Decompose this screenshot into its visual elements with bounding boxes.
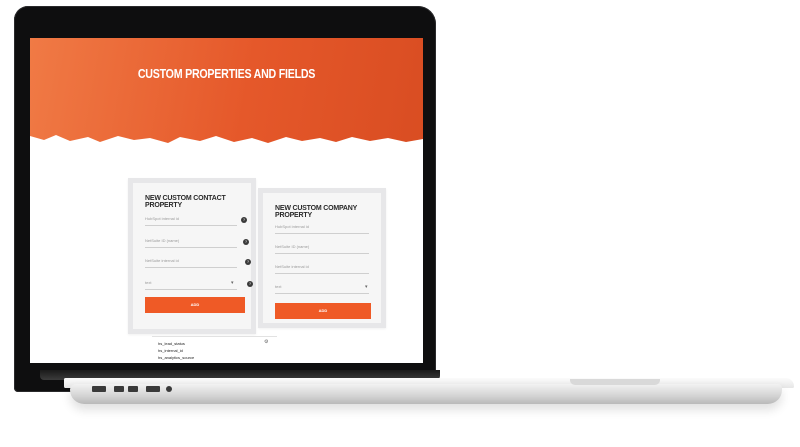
help-icon[interactable]: ? (241, 217, 247, 223)
chevron-down-icon: ▾ (231, 280, 234, 286)
type-select[interactable]: text (275, 281, 369, 294)
list-item[interactable]: hs_internal_id (158, 348, 183, 353)
gear-icon[interactable]: ⚙ (264, 339, 268, 345)
type-select[interactable]: text (145, 277, 237, 290)
add-company-property-button[interactable]: ADD (275, 303, 371, 319)
help-icon[interactable]: ? (245, 259, 251, 265)
list-item[interactable]: hs_analytics_source (158, 355, 194, 360)
laptop-base (70, 384, 782, 404)
thunderbolt-port-icon (114, 386, 124, 392)
page-title: CUSTOM PROPERTIES AND FIELDS (137, 66, 316, 81)
card-title: NEW CUSTOM CONTACT PROPERTY (145, 195, 226, 209)
card-title: NEW CUSTOM COMPANY PROPERTY (275, 205, 357, 219)
netsuite-name-field[interactable]: NetSuite ID (name) (275, 241, 369, 254)
netsuite-id-field[interactable]: NetSuite internal id (275, 261, 369, 274)
chevron-down-icon: ▾ (365, 284, 368, 290)
property-list: hs_lead_status hs_internal_id hs_analyti… (152, 336, 277, 363)
netsuite-id-field[interactable]: NetSuite internal id (145, 255, 237, 268)
new-company-property-card: NEW CUSTOM COMPANY PROPERTY HubSpot inte… (258, 188, 386, 328)
usb-port-icon (92, 386, 106, 392)
trackpad-notch (570, 379, 660, 385)
hdmi-port-icon (146, 386, 160, 392)
hubspot-id-field[interactable]: HubSpot internal id (145, 213, 237, 226)
help-icon[interactable]: ? (247, 281, 253, 287)
screen: CUSTOM PROPERTIES AND FIELDS NEW CUSTOM … (30, 38, 423, 363)
list-item[interactable]: hs_lead_status (158, 341, 185, 346)
add-contact-property-button[interactable]: ADD (145, 297, 245, 313)
torn-edge-divider (30, 135, 423, 160)
new-contact-property-card: NEW CUSTOM CONTACT PROPERTY HubSpot inte… (128, 178, 256, 334)
netsuite-name-field[interactable]: NetSuite ID (name) (145, 235, 237, 248)
help-icon[interactable]: ? (243, 239, 249, 245)
headphone-port-icon (166, 386, 172, 392)
hubspot-id-field[interactable]: HubSpot internal id (275, 221, 369, 234)
thunderbolt-port-icon (128, 386, 138, 392)
